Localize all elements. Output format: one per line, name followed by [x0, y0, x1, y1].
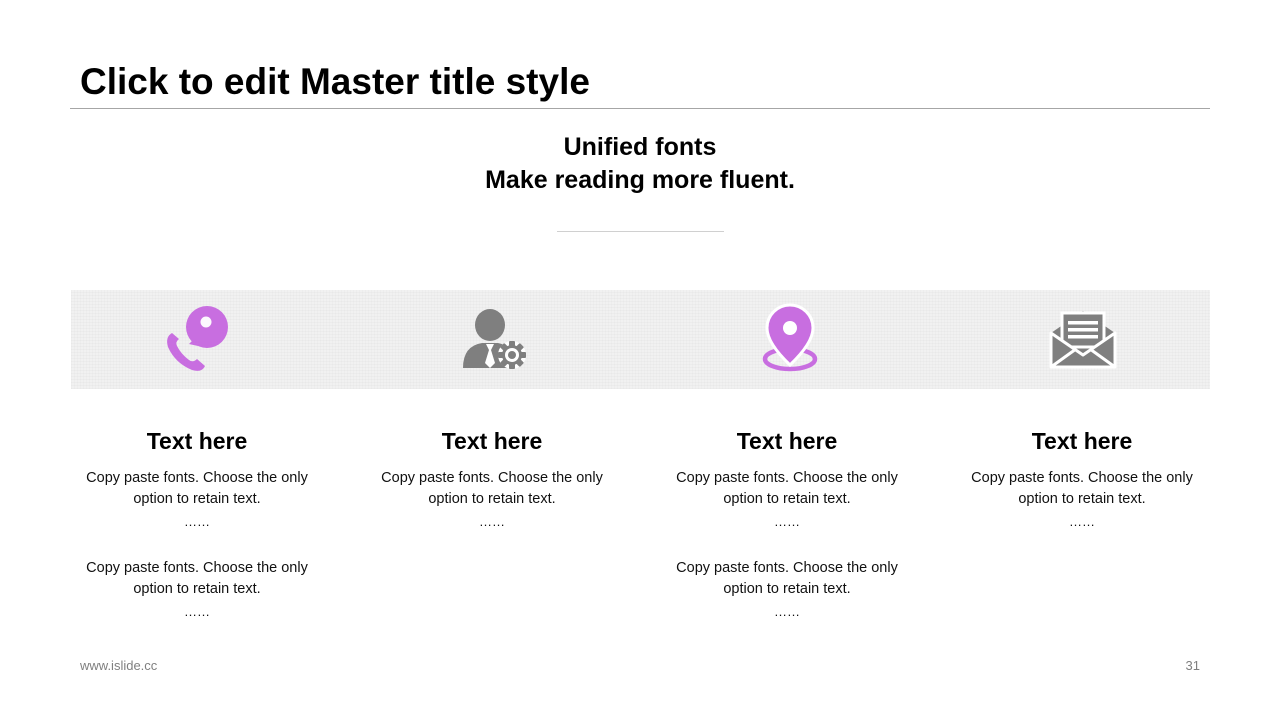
phone-chat-icon: [162, 303, 232, 373]
paragraph-line: option to retain text.: [723, 581, 851, 597]
column-3: Text here Copy paste fonts. Choose the o…: [662, 424, 912, 624]
paragraph-line: Copy paste fonts. Choose the only: [381, 470, 603, 486]
column-2: Text here Copy paste fonts. Choose the o…: [367, 424, 617, 534]
page-number: 31: [1185, 658, 1200, 673]
paragraph-ellipsis: ……: [479, 514, 505, 529]
column-1: Text here Copy paste fonts. Choose the o…: [72, 424, 322, 624]
column-heading[interactable]: Text here: [72, 424, 322, 458]
paragraph-line: option to retain text.: [1018, 491, 1146, 507]
paragraph-ellipsis: ……: [184, 604, 210, 619]
column-paragraph[interactable]: Copy paste fonts. Choose the only option…: [367, 468, 617, 534]
subtitle[interactable]: Unified fonts Make reading more fluent.: [340, 131, 940, 197]
footer-url: www.islide.cc: [80, 658, 158, 673]
paragraph-ellipsis: ……: [1069, 514, 1095, 529]
subtitle-line-2: Make reading more fluent.: [485, 166, 795, 194]
column-4: Text here Copy paste fonts. Choose the o…: [957, 424, 1207, 534]
paragraph-ellipsis: ……: [774, 604, 800, 619]
icon-band: [71, 290, 1210, 389]
column-heading[interactable]: Text here: [957, 424, 1207, 458]
paragraph-line: option to retain text.: [133, 581, 261, 597]
user-settings-icon: [460, 303, 530, 373]
location-pin-icon: [755, 303, 825, 373]
mail-icon: [1048, 303, 1118, 373]
paragraph-line: Copy paste fonts. Choose the only: [676, 470, 898, 486]
paragraph-line: option to retain text.: [428, 491, 556, 507]
slide-title[interactable]: Click to edit Master title style: [80, 60, 590, 104]
paragraph-line: Copy paste fonts. Choose the only: [676, 560, 898, 576]
column-heading[interactable]: Text here: [662, 424, 912, 458]
column-paragraph[interactable]: Copy paste fonts. Choose the only option…: [957, 468, 1207, 534]
column-paragraph[interactable]: Copy paste fonts. Choose the only option…: [72, 468, 322, 534]
column-paragraph[interactable]: Copy paste fonts. Choose the only option…: [72, 558, 322, 624]
paragraph-line: Copy paste fonts. Choose the only: [86, 560, 308, 576]
title-divider: [70, 108, 1210, 109]
paragraph-line: Copy paste fonts. Choose the only: [86, 470, 308, 486]
paragraph-ellipsis: ……: [774, 514, 800, 529]
column-paragraph[interactable]: Copy paste fonts. Choose the only option…: [662, 468, 912, 534]
paragraph-line: option to retain text.: [723, 491, 851, 507]
subtitle-line-1: Unified fonts: [563, 133, 717, 161]
column-heading[interactable]: Text here: [367, 424, 617, 458]
paragraph-line: option to retain text.: [133, 491, 261, 507]
subtitle-divider: [557, 231, 724, 232]
paragraph-line: Copy paste fonts. Choose the only: [971, 470, 1193, 486]
column-paragraph[interactable]: Copy paste fonts. Choose the only option…: [662, 558, 912, 624]
paragraph-ellipsis: ……: [184, 514, 210, 529]
